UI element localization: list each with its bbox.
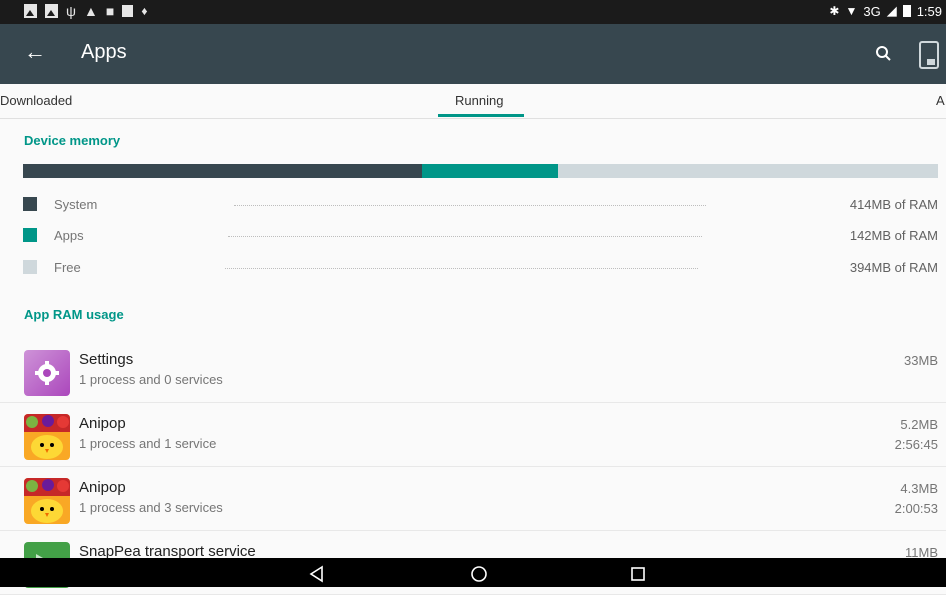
usb-icon: ψ (66, 3, 76, 19)
pin-icon: ♦ (141, 4, 148, 18)
legend-label: System (54, 197, 98, 212)
warning-icon: ▲ (83, 3, 98, 19)
image-notification-icon (24, 4, 37, 18)
app-memory: 33MB (904, 353, 938, 368)
app-name: Settings (79, 351, 134, 368)
anipop-app-icon (24, 478, 70, 524)
device-memory-icon[interactable] (919, 41, 939, 69)
search-icon[interactable] (872, 42, 896, 66)
leader-dots (228, 236, 702, 237)
legend-value: 414MB of RAM (849, 197, 938, 212)
navigation-bar (0, 558, 946, 587)
memory-bar-free (558, 164, 938, 178)
image-notification-icon (45, 4, 58, 18)
list-item[interactable]: Settings 1 process and 0 services 33MB (0, 339, 946, 403)
app-detail: 1 process and 1 service (79, 436, 217, 451)
clock: 1:59 (916, 3, 942, 19)
legend-value: 394MB of RAM (849, 260, 938, 275)
app-memory: 5.2MB (900, 417, 938, 432)
app-uptime: 2:00:53 (894, 501, 938, 516)
legend-free: Free 394MB of RAM (23, 258, 938, 276)
settings-gear-icon (24, 350, 70, 396)
app-detail: 1 process and 3 services (79, 500, 223, 515)
nav-home-icon[interactable] (469, 564, 489, 584)
legend-label: Free (54, 260, 81, 275)
system-status: ✱ ▼ 3G ◢ 1:59 (829, 3, 942, 19)
app-bar: ← Apps (0, 24, 946, 84)
device-memory-header: Device memory (24, 133, 121, 148)
system-swatch (23, 197, 37, 211)
app-ram-header: App RAM usage (24, 307, 124, 322)
legend-value: 142MB of RAM (849, 228, 938, 243)
app-detail: 1 process and 0 services (79, 372, 223, 387)
anipop-app-icon (24, 414, 70, 460)
app-name: Anipop (79, 415, 126, 432)
wifi-icon: ▼ (845, 4, 858, 18)
app-name: Anipop (79, 479, 126, 496)
leader-dots (234, 205, 706, 206)
nav-back-icon[interactable] (307, 564, 327, 584)
status-bar: ψ ▲ ■ ♦ ✱ ▼ 3G ◢ 1:59 (0, 0, 946, 24)
bluetooth-icon: ✱ (829, 4, 840, 18)
leader-dots (225, 268, 698, 269)
memory-bar-system (23, 164, 422, 178)
memory-bar (23, 164, 938, 178)
signal-icon: ◢ (886, 3, 897, 18)
free-swatch (23, 260, 37, 274)
page-title: Apps (81, 41, 127, 63)
battery-icon (902, 5, 911, 17)
app-uptime: 2:56:45 (894, 437, 938, 452)
apps-swatch (23, 228, 37, 242)
tab-downloaded[interactable]: Downloaded (0, 93, 72, 108)
legend-apps: Apps 142MB of RAM (23, 226, 938, 244)
lock-icon: ■ (105, 3, 115, 19)
list-item[interactable]: Anipop 1 process and 3 services 4.3MB 2:… (0, 467, 946, 531)
arrow-back-icon[interactable]: ← (24, 40, 46, 64)
tab-all[interactable]: A (936, 93, 945, 108)
active-tab-indicator (438, 114, 524, 117)
app-notification-icon (122, 5, 134, 17)
app-memory: 4.3MB (900, 481, 938, 496)
tab-running[interactable]: Running (455, 93, 503, 108)
legend-system: System 414MB of RAM (23, 195, 938, 213)
tab-bar: Downloaded Running A (0, 84, 946, 119)
memory-bar-apps (422, 164, 558, 178)
nav-recents-icon[interactable] (628, 564, 648, 584)
list-item[interactable]: Anipop 1 process and 1 service 5.2MB 2:5… (0, 403, 946, 467)
legend-label: Apps (54, 228, 84, 243)
notification-icons: ψ ▲ ■ ♦ (24, 4, 147, 18)
network-type: 3G (863, 3, 881, 19)
